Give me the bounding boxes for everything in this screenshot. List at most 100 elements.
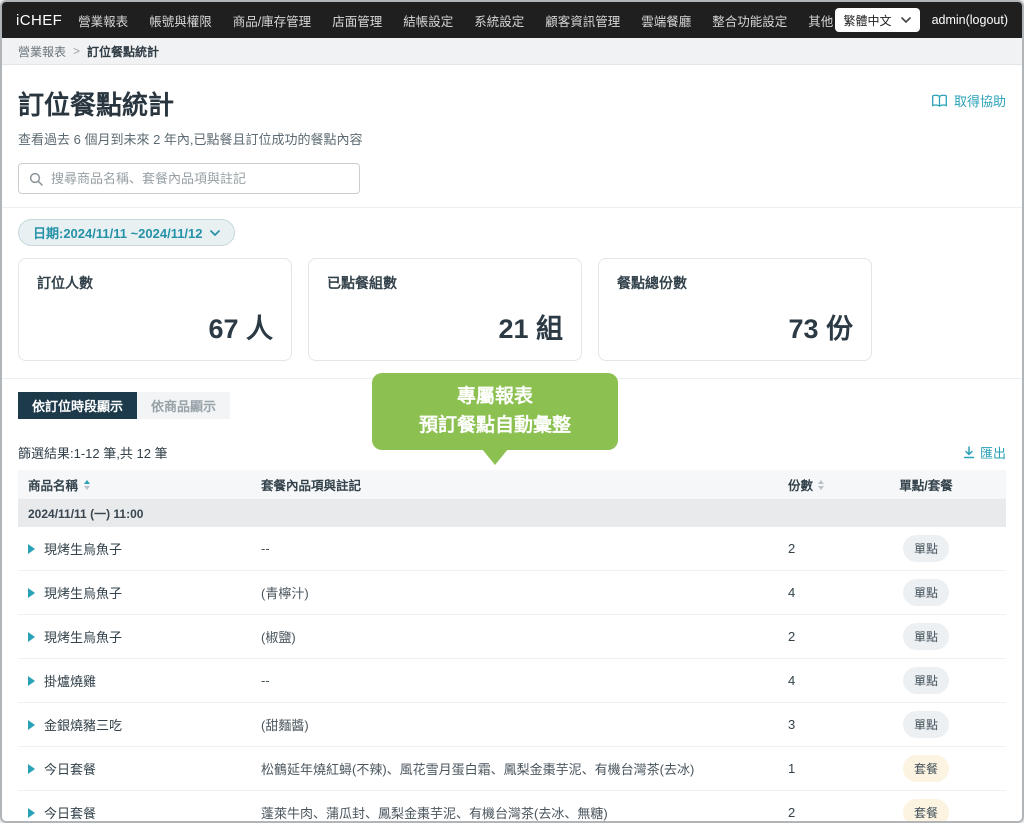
table-header: 商品名稱 套餐內品項與註記 份數 單點/套餐 bbox=[18, 470, 1006, 500]
cell-note: (甜麵醬) bbox=[261, 715, 788, 734]
menu-item[interactable]: 結帳設定 bbox=[403, 11, 453, 30]
stat-label: 已點餐組數 bbox=[327, 273, 563, 293]
menu-item[interactable]: 系統設定 bbox=[474, 11, 524, 30]
export-button[interactable]: 匯出 bbox=[963, 443, 1006, 462]
type-badge: 單點 bbox=[903, 623, 949, 650]
column-header-note: 套餐內品項與註記 bbox=[261, 475, 788, 494]
column-header-product[interactable]: 商品名稱 bbox=[18, 475, 261, 494]
cell-qty: 4 bbox=[788, 585, 846, 600]
meals-table: 商品名稱 套餐內品項與註記 份數 單點/套餐 2024/11/11 (一) 11… bbox=[18, 470, 1006, 823]
language-selector[interactable]: 繁體中文 bbox=[835, 8, 920, 32]
product-name: 現烤生烏魚子 bbox=[44, 539, 122, 558]
page-header: 訂位餐點統計 查看過去 6 個月到未來 2 年內,已點餐且訂位成功的餐點內容 取… bbox=[18, 85, 1006, 148]
promo-tooltip: 專屬報表 預訂餐點自動彙整 bbox=[372, 373, 618, 450]
get-help-link[interactable]: 取得協助 bbox=[931, 91, 1006, 110]
sort-icon[interactable] bbox=[84, 480, 90, 490]
cell-note: -- bbox=[261, 541, 788, 556]
search-input[interactable] bbox=[51, 171, 349, 186]
cell-product: 金銀燒豬三吃 bbox=[18, 715, 261, 734]
page-header-text: 訂位餐點統計 查看過去 6 個月到未來 2 年內,已點餐且訂位成功的餐點內容 bbox=[18, 85, 363, 148]
language-label: 繁體中文 bbox=[844, 12, 892, 29]
caret-right-icon[interactable] bbox=[28, 632, 35, 642]
table-row: 現烤生烏魚子 (椒鹽) 2 單點 bbox=[18, 615, 1006, 659]
cell-type: 套餐 bbox=[846, 755, 1006, 782]
caret-right-icon[interactable] bbox=[28, 720, 35, 730]
search-box bbox=[18, 163, 360, 194]
column-header-type: 單點/套餐 bbox=[846, 475, 1006, 494]
column-label: 套餐內品項與註記 bbox=[261, 479, 361, 493]
results-summary: 篩選結果:1-12 筆,共 12 筆 bbox=[18, 443, 168, 462]
menu-item[interactable]: 店面管理 bbox=[332, 11, 382, 30]
menu-item[interactable]: 營業報表 bbox=[78, 11, 128, 30]
cell-qty: 2 bbox=[788, 629, 846, 644]
tooltip-arrow bbox=[482, 449, 508, 465]
caret-right-icon[interactable] bbox=[28, 808, 35, 818]
account-logout-link[interactable]: admin(logout) bbox=[932, 13, 1008, 27]
breadcrumb-parent[interactable]: 營業報表 bbox=[18, 43, 66, 60]
table-row: 今日套餐 松鶴延年燒紅蟳(不辣)、風花雪月蛋白霜、鳳梨金棗芋泥、有機台灣茶(去冰… bbox=[18, 747, 1006, 791]
app-logo[interactable]: iCHEF bbox=[16, 12, 62, 29]
cell-type: 單點 bbox=[846, 667, 1006, 694]
stat-label: 餐點總份數 bbox=[617, 273, 853, 293]
cell-type: 單點 bbox=[846, 711, 1006, 738]
caret-right-icon[interactable] bbox=[28, 764, 35, 774]
type-badge: 單點 bbox=[903, 711, 949, 738]
stat-value: 73 份 bbox=[788, 307, 853, 346]
column-label: 份數 bbox=[788, 475, 813, 494]
product-name: 金銀燒豬三吃 bbox=[44, 715, 122, 734]
cell-type: 單點 bbox=[846, 579, 1006, 606]
cell-qty: 1 bbox=[788, 761, 846, 776]
cell-product: 現烤生烏魚子 bbox=[18, 627, 261, 646]
menu-item[interactable]: 整合功能設定 bbox=[712, 11, 787, 30]
type-badge: 單點 bbox=[903, 667, 949, 694]
app-window: iCHEF 營業報表 帳號與權限 商品/庫存管理 店面管理 結帳設定 系統設定 … bbox=[0, 0, 1024, 823]
chevron-down-icon bbox=[210, 230, 220, 236]
cell-type: 套餐 bbox=[846, 799, 1006, 823]
search-icon bbox=[29, 172, 43, 186]
menu-item[interactable]: 顧客資訊管理 bbox=[545, 11, 620, 30]
caret-right-icon[interactable] bbox=[28, 544, 35, 554]
product-name: 現烤生烏魚子 bbox=[44, 627, 122, 646]
cell-product: 掛爐燒雞 bbox=[18, 671, 261, 690]
stat-label: 訂位人數 bbox=[37, 273, 273, 293]
book-icon bbox=[931, 94, 948, 108]
cell-qty: 3 bbox=[788, 717, 846, 732]
cell-product: 現烤生烏魚子 bbox=[18, 539, 261, 558]
menu-item[interactable]: 其他 bbox=[808, 11, 833, 30]
page-title: 訂位餐點統計 bbox=[18, 85, 363, 122]
cell-qty: 2 bbox=[788, 805, 846, 820]
tab[interactable]: 依商品顯示 bbox=[137, 392, 230, 419]
table-group-row: 2024/11/11 (一) 11:00 bbox=[18, 500, 1006, 527]
breadcrumb-separator: > bbox=[73, 44, 80, 58]
stat-card: 餐點總份數 73 份 bbox=[598, 258, 872, 361]
chevron-down-icon bbox=[901, 17, 911, 23]
sort-icon[interactable] bbox=[818, 480, 824, 490]
promo-tooltip-line2: 預訂餐點自動彙整 bbox=[382, 411, 608, 440]
divider bbox=[2, 207, 1022, 208]
top-navigation: iCHEF 營業報表 帳號與權限 商品/庫存管理 店面管理 結帳設定 系統設定 … bbox=[2, 2, 1022, 38]
tab-label: 依商品顯示 bbox=[151, 399, 216, 414]
export-label: 匯出 bbox=[980, 443, 1006, 462]
tab[interactable]: 依訂位時段顯示 bbox=[18, 392, 137, 419]
get-help-label: 取得協助 bbox=[954, 91, 1006, 110]
table-row: 現烤生烏魚子 (青檸汁) 4 單點 bbox=[18, 571, 1006, 615]
menu-item[interactable]: 雲端餐廳 bbox=[641, 11, 691, 30]
menu-item[interactable]: 帳號與權限 bbox=[149, 11, 212, 30]
filter-row: 日期:2024/11/11 ~2024/11/12 bbox=[18, 219, 1006, 246]
table-row: 今日套餐 蓬萊牛肉、蒲瓜封、鳳梨金棗芋泥、有機台灣茶(去冰、無糖) 2 套餐 bbox=[18, 791, 1006, 823]
search-row bbox=[18, 163, 1006, 194]
breadcrumb-current: 訂位餐點統計 bbox=[87, 43, 159, 60]
cell-type: 單點 bbox=[846, 623, 1006, 650]
caret-right-icon[interactable] bbox=[28, 588, 35, 598]
page-subtitle: 查看過去 6 個月到未來 2 年內,已點餐且訂位成功的餐點內容 bbox=[18, 129, 363, 148]
download-icon bbox=[963, 446, 975, 459]
stat-cards: 訂位人數 67 人 已點餐組數 21 組 餐點總份數 73 份 bbox=[18, 258, 1006, 361]
date-filter-chip[interactable]: 日期:2024/11/11 ~2024/11/12 bbox=[18, 219, 235, 246]
column-header-qty[interactable]: 份數 bbox=[788, 475, 846, 494]
type-badge: 套餐 bbox=[903, 799, 949, 823]
caret-right-icon[interactable] bbox=[28, 676, 35, 686]
stat-card: 已點餐組數 21 組 bbox=[308, 258, 582, 361]
cell-qty: 2 bbox=[788, 541, 846, 556]
menu-item[interactable]: 商品/庫存管理 bbox=[233, 11, 311, 30]
type-badge: 單點 bbox=[903, 579, 949, 606]
